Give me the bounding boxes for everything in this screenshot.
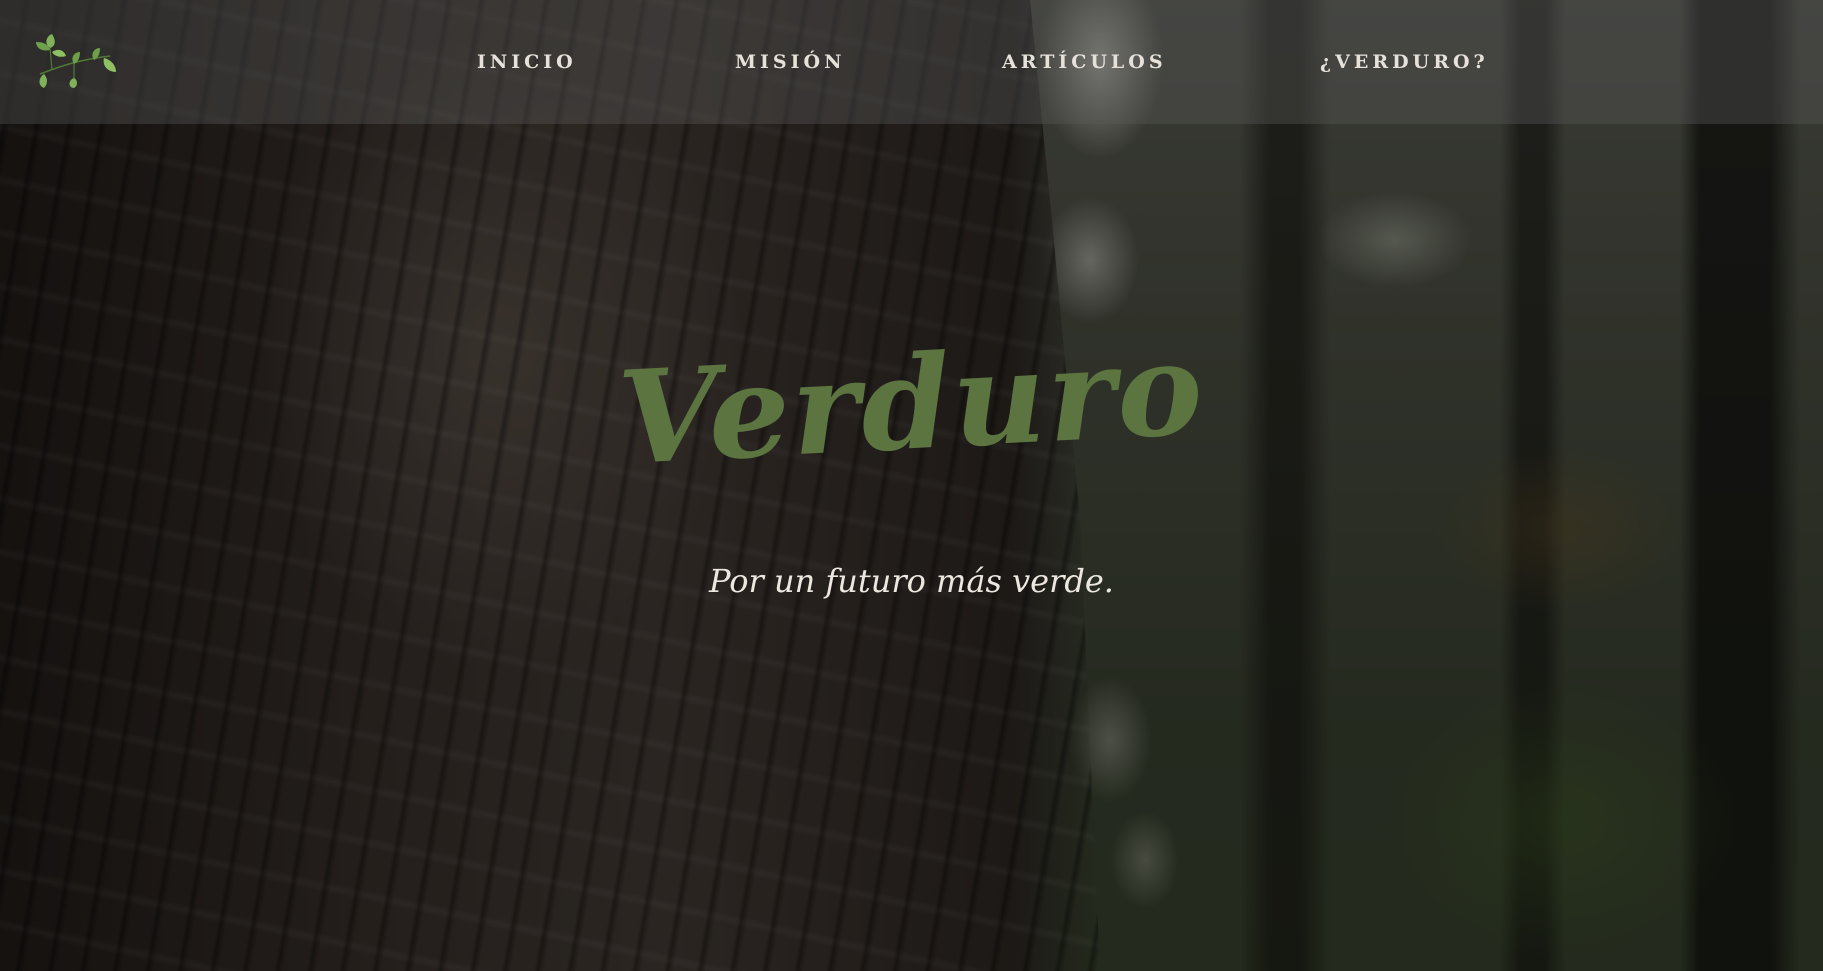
nav-link-mision[interactable]: MISIÓN — [735, 0, 845, 124]
logo-link[interactable] — [34, 34, 120, 88]
page: INICIO MISIÓN ARTÍCULOS ¿VERDURO? Verdur… — [0, 0, 1823, 971]
top-navigation-bar: INICIO MISIÓN ARTÍCULOS ¿VERDURO? — [0, 0, 1823, 124]
nav-link-verduro[interactable]: ¿VERDURO? — [1320, 0, 1489, 124]
hero-subtitle: Por un futuro más verde. — [709, 562, 1114, 600]
nav-link-articulos[interactable]: ARTÍCULOS — [1002, 0, 1167, 124]
leaf-branch-icon — [36, 34, 116, 88]
nav-link-inicio[interactable]: INICIO — [477, 0, 577, 124]
